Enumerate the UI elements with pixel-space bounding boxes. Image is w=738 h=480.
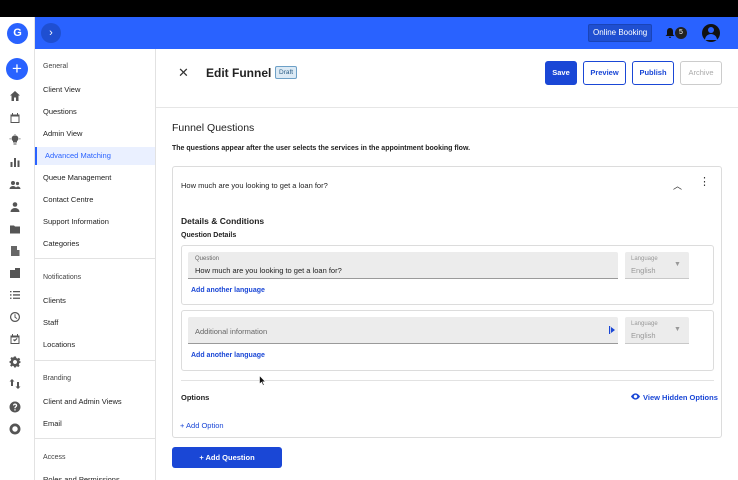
folder-icon[interactable] xyxy=(8,223,22,237)
sidebar-item-client-view[interactable]: Client View xyxy=(35,81,155,99)
question-field-value[interactable]: How much are you looking to get a loan f… xyxy=(195,266,342,275)
sidebar-item-clients[interactable]: Clients xyxy=(35,292,155,310)
settings-icon[interactable] xyxy=(8,356,22,370)
calendar-icon[interactable] xyxy=(8,112,22,126)
sidebar-section-access: Access xyxy=(43,454,66,461)
language-label: Language xyxy=(631,321,658,327)
eye-icon xyxy=(631,393,640,400)
add-another-language-link[interactable]: Add another language xyxy=(191,352,265,359)
list-icon[interactable] xyxy=(8,289,22,303)
building-icon[interactable] xyxy=(8,245,22,259)
publish-button[interactable]: Publish xyxy=(632,61,674,85)
help-icon[interactable] xyxy=(8,401,22,415)
question-field-label: Question xyxy=(195,256,220,262)
additional-information-placeholder[interactable]: Additional information xyxy=(195,327,267,336)
page-title: Edit Funnel xyxy=(206,66,272,80)
sidebar-divider xyxy=(35,258,155,259)
swap-icon[interactable] xyxy=(8,378,22,392)
page-header: ✕ Edit Funnel Draft Save Preview Publish… xyxy=(156,49,738,108)
org-avatar[interactable]: G xyxy=(7,23,28,44)
sidebar-item-email[interactable]: Email xyxy=(35,415,155,433)
status-badge: Draft xyxy=(275,66,298,79)
save-button[interactable]: Save xyxy=(545,61,577,85)
section-description: The questions appear after the user sele… xyxy=(172,145,471,152)
options-heading: Options xyxy=(181,393,210,402)
sidebar-item-client-admin-views[interactable]: Client and Admin Views xyxy=(35,393,155,411)
notification-count-badge: 5 xyxy=(675,27,687,39)
question-details-heading: Question Details xyxy=(181,232,237,239)
clock-icon[interactable] xyxy=(8,311,22,325)
more-options-icon[interactable]: ⋮ xyxy=(699,177,710,188)
users-icon[interactable] xyxy=(8,179,22,193)
question-card: How much are you looking to get a loan f… xyxy=(172,166,722,438)
question-text-group: Question How much are you looking to get… xyxy=(181,245,714,305)
calendar-check-icon[interactable] xyxy=(8,333,22,347)
sidebar-item-contact-centre[interactable]: Contact Centre xyxy=(35,191,155,209)
bar-chart-icon[interactable] xyxy=(8,156,22,170)
close-icon[interactable]: ✕ xyxy=(178,65,189,81)
main-content: ✕ Edit Funnel Draft Save Preview Publish… xyxy=(156,49,738,480)
chevron-down-icon: ▼ xyxy=(674,326,681,333)
online-booking-button[interactable]: Online Booking xyxy=(588,24,653,42)
person-icon[interactable] xyxy=(8,201,22,215)
expand-sidebar-button[interactable]: › xyxy=(41,23,61,43)
top-bar: › Online Booking 5 xyxy=(35,17,738,49)
add-option-button[interactable]: + Add Option xyxy=(180,421,224,430)
mouse-pointer-icon xyxy=(259,375,266,386)
home-icon[interactable] xyxy=(8,90,22,104)
sidebar-item-locations[interactable]: Locations xyxy=(35,336,155,354)
sidebar-divider xyxy=(35,438,155,439)
sidebar-section-branding: Branding xyxy=(43,375,72,382)
text-cursor-icon xyxy=(609,326,615,334)
language-label: Language xyxy=(631,256,658,262)
language-value: English xyxy=(631,331,656,340)
preview-button[interactable]: Preview xyxy=(583,61,626,85)
additional-info-group: Additional information Language English … xyxy=(181,310,714,371)
top-black-bar xyxy=(0,0,738,17)
add-another-language-link[interactable]: Add another language xyxy=(191,287,265,294)
additional-language-select[interactable]: Language English ▼ xyxy=(625,317,689,344)
settings-sidebar: General Client View Questions Admin View… xyxy=(35,49,156,480)
view-hidden-options-label: View Hidden Options xyxy=(643,393,718,402)
sidebar-item-admin-view[interactable]: Admin View xyxy=(35,125,155,143)
sidebar-section-general: General xyxy=(43,63,68,70)
collapse-icon[interactable]: ︿ xyxy=(673,179,682,192)
chevron-down-icon: ▼ xyxy=(674,261,681,268)
sidebar-item-support-information[interactable]: Support Information xyxy=(35,213,155,231)
section-title: Funnel Questions xyxy=(172,122,255,134)
user-account-icon[interactable] xyxy=(702,24,720,42)
question-card-title[interactable]: How much are you looking to get a loan f… xyxy=(181,181,328,190)
add-question-button[interactable]: + Add Question xyxy=(172,447,282,468)
sidebar-item-advanced-matching[interactable]: Advanced Matching xyxy=(35,147,155,165)
icon-rail: G + xyxy=(0,17,35,480)
sidebar-item-categories[interactable]: Categories xyxy=(35,235,155,253)
sidebar-item-staff[interactable]: Staff xyxy=(35,314,155,332)
sidebar-item-roles-permissions[interactable]: Roles and Permissions xyxy=(35,471,155,480)
question-language-select[interactable]: Language English ▼ xyxy=(625,252,689,279)
add-button[interactable]: + xyxy=(6,58,28,80)
apartment-icon[interactable] xyxy=(8,267,22,281)
sidebar-section-notifications: Notifications xyxy=(43,274,82,281)
sidebar-divider xyxy=(35,360,155,361)
lifebuoy-icon[interactable] xyxy=(8,423,22,437)
view-hidden-options-link[interactable]: View Hidden Options xyxy=(631,393,718,402)
additional-information-field[interactable]: Additional information xyxy=(188,317,618,344)
details-conditions-heading: Details & Conditions xyxy=(181,216,265,226)
lightbulb-icon[interactable] xyxy=(8,134,22,148)
sidebar-item-questions[interactable]: Questions xyxy=(35,103,155,121)
language-value: English xyxy=(631,266,656,275)
question-field[interactable]: Question How much are you looking to get… xyxy=(188,252,618,279)
sidebar-item-queue-management[interactable]: Queue Management xyxy=(35,169,155,187)
archive-button[interactable]: Archive xyxy=(680,61,722,85)
